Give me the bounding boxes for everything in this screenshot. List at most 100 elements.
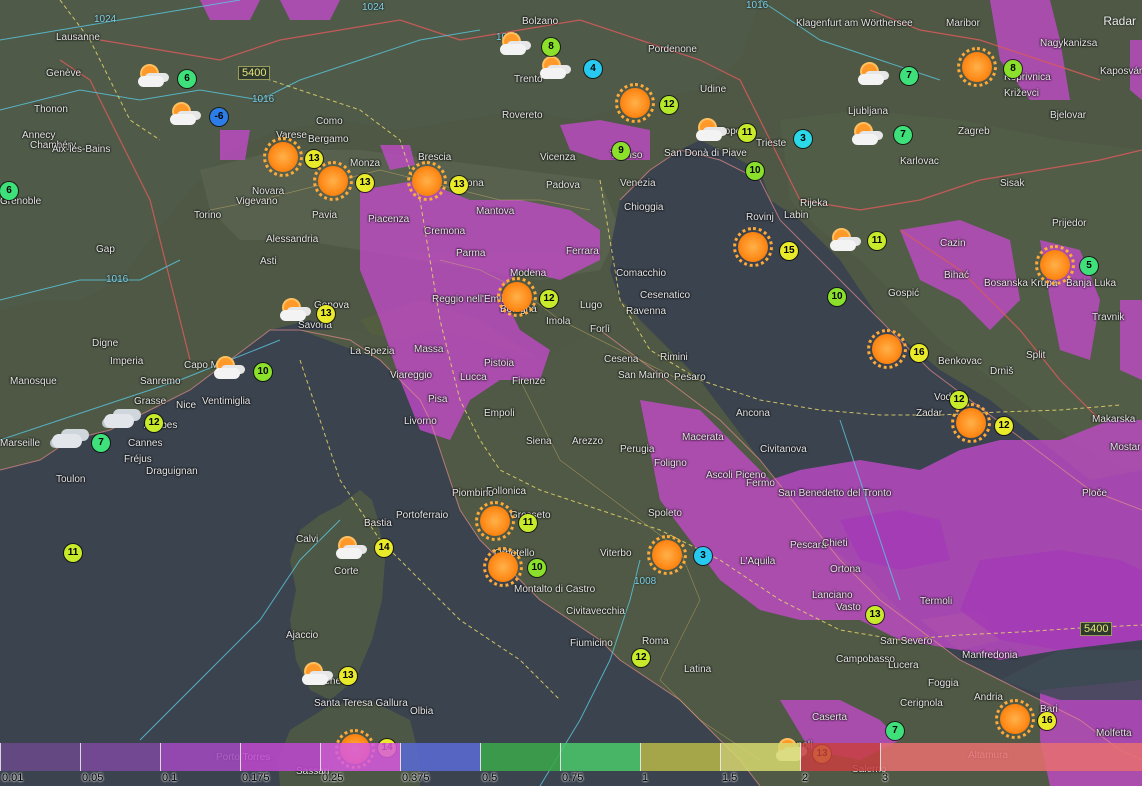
sun-icon xyxy=(995,699,1035,739)
place-label: Prijedor xyxy=(1052,218,1087,229)
temperature-marker[interactable]: -6 xyxy=(210,108,228,126)
temperature-marker[interactable]: 7 xyxy=(886,722,904,740)
place-label: Latina xyxy=(684,664,712,675)
temperature-marker[interactable]: 13 xyxy=(356,174,374,192)
sun-icon xyxy=(475,501,515,541)
legend-swatch xyxy=(720,743,801,771)
temperature-marker[interactable]: 10 xyxy=(254,363,272,381)
place-label: Bihać xyxy=(944,270,970,281)
temperature-marker[interactable]: 7 xyxy=(900,67,918,85)
temperature-marker[interactable]: 10 xyxy=(828,288,846,306)
partly-cloudy-icon xyxy=(830,230,856,252)
place-label: Parma xyxy=(456,248,486,259)
place-label: Piombino xyxy=(452,488,494,499)
temperature-marker[interactable]: 12 xyxy=(660,96,678,114)
place-label: Ravenna xyxy=(626,306,667,317)
temperature-marker[interactable]: 13 xyxy=(866,606,884,624)
temperature-marker[interactable]: 13 xyxy=(305,150,323,168)
place-label: Padova xyxy=(546,180,580,191)
temperature-marker[interactable]: 11 xyxy=(64,544,82,562)
place-label: San Severo xyxy=(880,636,933,647)
place-label: Como xyxy=(316,116,343,127)
temperature-marker[interactable]: 16 xyxy=(1038,712,1056,730)
place-label: Trento xyxy=(514,74,543,85)
partly-cloudy-icon xyxy=(138,66,164,88)
temperature-marker[interactable]: 12 xyxy=(540,290,558,308)
legend-swatch xyxy=(880,743,1142,771)
place-label: Fréjus xyxy=(124,454,152,465)
temperature-marker[interactable]: 8 xyxy=(542,38,560,56)
place-label: Toulon xyxy=(56,474,86,485)
temperature-marker[interactable]: 13 xyxy=(339,667,357,685)
place-label: Pesaro xyxy=(674,372,706,383)
place-label: Karlovac xyxy=(900,156,939,167)
place-label: Livorno xyxy=(404,416,437,427)
temperature-marker[interactable]: 3 xyxy=(694,547,712,565)
place-label: Vasto xyxy=(836,602,861,613)
place-label: Asti xyxy=(260,256,277,267)
place-label: Gap xyxy=(96,244,115,255)
temperature-marker[interactable]: 7 xyxy=(92,434,110,452)
place-label: Portoferraio xyxy=(396,510,449,521)
place-label: Fiumicino xyxy=(570,638,613,649)
place-label: Imperia xyxy=(110,356,144,367)
isobar-label: 1016 xyxy=(746,0,769,11)
place-label: Pisa xyxy=(428,394,448,405)
temperature-marker[interactable]: 10 xyxy=(746,162,764,180)
temperature-marker[interactable]: 12 xyxy=(632,649,650,667)
weather-map[interactable]: 1024 1024 1016 1016 1016 1016 1008 5400 … xyxy=(0,0,1142,786)
place-label: Bjelovar xyxy=(1050,110,1087,121)
temperature-marker[interactable]: 7 xyxy=(894,126,912,144)
temperature-marker[interactable]: 3 xyxy=(794,130,812,148)
sun-icon xyxy=(263,137,303,177)
temperature-marker[interactable]: 12 xyxy=(950,391,968,409)
place-label: Campobasso xyxy=(836,654,895,665)
legend-value: 1 xyxy=(642,772,649,784)
place-label: Thonon xyxy=(34,104,68,115)
place-label: Cerignola xyxy=(900,698,943,709)
legend-value: 0.05 xyxy=(82,772,104,784)
temperature-marker[interactable]: 6 xyxy=(0,182,18,200)
temperature-marker[interactable]: 10 xyxy=(528,559,546,577)
legend-swatch xyxy=(480,743,561,771)
place-label: Chieti xyxy=(822,538,848,549)
temperature-marker[interactable]: 13 xyxy=(317,305,335,323)
temperature-marker[interactable]: 9 xyxy=(612,142,630,160)
place-label: Foggia xyxy=(928,678,959,689)
sun-icon xyxy=(951,403,991,443)
legend-swatch xyxy=(160,743,241,771)
place-label: Kaposvár xyxy=(1100,66,1142,77)
place-label: Cannes xyxy=(128,438,163,449)
temperature-marker[interactable]: 8 xyxy=(1004,60,1022,78)
partly-cloudy-icon xyxy=(858,64,884,86)
temperature-marker[interactable]: 13 xyxy=(450,176,468,194)
legend-swatch xyxy=(800,743,881,771)
place-label: Massa xyxy=(414,344,444,355)
place-label: Santa Teresa Gallura xyxy=(314,698,408,709)
place-label: Cesena xyxy=(604,354,639,365)
place-label: Perugia xyxy=(620,444,655,455)
partly-cloudy-icon xyxy=(540,58,566,80)
temperature-marker[interactable]: 11 xyxy=(868,232,886,250)
place-label: Venezia xyxy=(620,178,656,189)
place-label: Labin xyxy=(784,210,809,221)
temperature-marker[interactable]: 11 xyxy=(519,514,537,532)
place-label: Travnik xyxy=(1092,312,1125,323)
place-label: Olbia xyxy=(410,706,434,717)
isobar-label: 1024 xyxy=(94,14,117,25)
place-label: Torino xyxy=(194,210,222,221)
temperature-marker[interactable]: 6 xyxy=(178,70,196,88)
isobar-label: 1016 xyxy=(106,274,129,285)
temperature-marker[interactable]: 12 xyxy=(995,417,1013,435)
temperature-marker[interactable]: 14 xyxy=(375,539,393,557)
temperature-marker[interactable]: 16 xyxy=(910,344,928,362)
place-label: Split xyxy=(1026,350,1046,361)
temperature-marker[interactable]: 15 xyxy=(780,242,798,260)
place-label: Ajaccio xyxy=(286,630,319,641)
temperature-marker[interactable]: 4 xyxy=(584,60,602,78)
temperature-marker[interactable]: 11 xyxy=(738,124,756,142)
temperature-marker[interactable]: 12 xyxy=(145,414,163,432)
temperature-marker[interactable]: 5 xyxy=(1080,257,1098,275)
place-label: Sisak xyxy=(1000,178,1025,189)
isobar-label: 1016 xyxy=(252,94,275,105)
